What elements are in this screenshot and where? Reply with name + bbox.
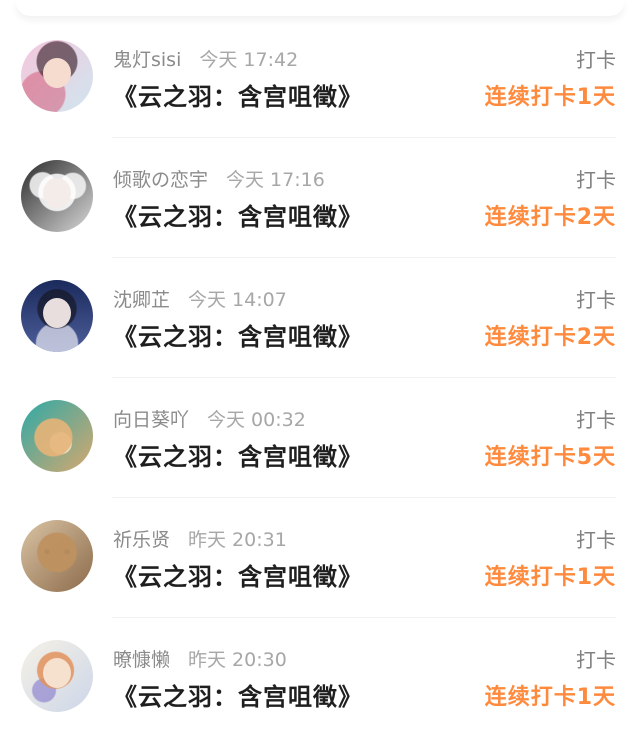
streak-label: 连续打卡2天 bbox=[484, 325, 616, 350]
entry-meta: 鬼灯sisi 今天 17:42 bbox=[113, 48, 298, 72]
checkin-label: 打卡 bbox=[576, 48, 616, 72]
list-item[interactable]: 沈卿芷 今天 14:07 《云之羽：含宫咀徵》 打卡 连续打卡2天 bbox=[0, 258, 640, 378]
checkin-time: 今天 17:42 bbox=[199, 49, 299, 71]
checkin-time: 今天 00:32 bbox=[207, 409, 306, 431]
checkin-time: 昨天 20:30 bbox=[188, 649, 287, 671]
book-title[interactable]: 《云之羽：含宫咀徵》 bbox=[113, 562, 363, 592]
checkin-time: 昨天 20:31 bbox=[188, 529, 287, 551]
dog-avatar-icon[interactable] bbox=[21, 400, 93, 472]
username[interactable]: 暸慷懒 bbox=[113, 649, 170, 671]
anime-avatar-icon[interactable] bbox=[21, 160, 93, 232]
book-title[interactable]: 《云之羽：含宫咀徵》 bbox=[113, 322, 363, 352]
top-card-edge bbox=[16, 0, 624, 16]
username[interactable]: 向日葵吖 bbox=[113, 409, 189, 431]
anime-avatar-icon[interactable] bbox=[21, 40, 93, 112]
checkin-label: 打卡 bbox=[576, 168, 616, 192]
streak-label: 连续打卡1天 bbox=[484, 85, 616, 110]
list-item[interactable]: 暸慷懒 昨天 20:30 《云之羽：含宫咀徵》 打卡 连续打卡1天 bbox=[0, 618, 640, 738]
entry-meta: 倾歌の恋宇 今天 17:16 bbox=[113, 168, 325, 192]
entry-meta: 暸慷懒 昨天 20:30 bbox=[113, 648, 287, 672]
checkin-label: 打卡 bbox=[576, 408, 616, 432]
checkin-time: 今天 14:07 bbox=[188, 289, 287, 311]
book-title[interactable]: 《云之羽：含宫咀徵》 bbox=[113, 442, 363, 472]
checkin-list: 鬼灯sisi 今天 17:42 《云之羽：含宫咀徵》 打卡 连续打卡1天 倾歌の恋… bbox=[0, 18, 640, 738]
book-title[interactable]: 《云之羽：含宫咀徵》 bbox=[113, 202, 363, 232]
checkin-time: 今天 17:16 bbox=[226, 169, 325, 191]
streak-label: 连续打卡1天 bbox=[484, 685, 616, 710]
streak-label: 连续打卡5天 bbox=[484, 445, 616, 470]
book-title[interactable]: 《云之羽：含宫咀徵》 bbox=[113, 682, 363, 712]
checkin-label: 打卡 bbox=[576, 528, 616, 552]
portrait-avatar-icon[interactable] bbox=[21, 280, 93, 352]
list-item[interactable]: 祈乐贤 昨天 20:31 《云之羽：含宫咀徵》 打卡 连续打卡1天 bbox=[0, 498, 640, 618]
book-title[interactable]: 《云之羽：含宫咀徵》 bbox=[113, 82, 363, 112]
username[interactable]: 鬼灯sisi bbox=[113, 49, 181, 71]
bear-avatar-icon[interactable] bbox=[21, 520, 93, 592]
entry-meta: 沈卿芷 今天 14:07 bbox=[113, 288, 287, 312]
illustration-avatar-icon[interactable] bbox=[21, 640, 93, 712]
streak-label: 连续打卡1天 bbox=[484, 565, 616, 590]
entry-meta: 向日葵吖 今天 00:32 bbox=[113, 408, 306, 432]
checkin-label: 打卡 bbox=[576, 648, 616, 672]
list-item[interactable]: 向日葵吖 今天 00:32 《云之羽：含宫咀徵》 打卡 连续打卡5天 bbox=[0, 378, 640, 498]
username[interactable]: 倾歌の恋宇 bbox=[113, 169, 208, 191]
checkin-label: 打卡 bbox=[576, 288, 616, 312]
username[interactable]: 祈乐贤 bbox=[113, 529, 170, 551]
entry-meta: 祈乐贤 昨天 20:31 bbox=[113, 528, 287, 552]
streak-label: 连续打卡2天 bbox=[484, 205, 616, 230]
list-item[interactable]: 鬼灯sisi 今天 17:42 《云之羽：含宫咀徵》 打卡 连续打卡1天 bbox=[0, 18, 640, 138]
list-item[interactable]: 倾歌の恋宇 今天 17:16 《云之羽：含宫咀徵》 打卡 连续打卡2天 bbox=[0, 138, 640, 258]
username[interactable]: 沈卿芷 bbox=[113, 289, 170, 311]
